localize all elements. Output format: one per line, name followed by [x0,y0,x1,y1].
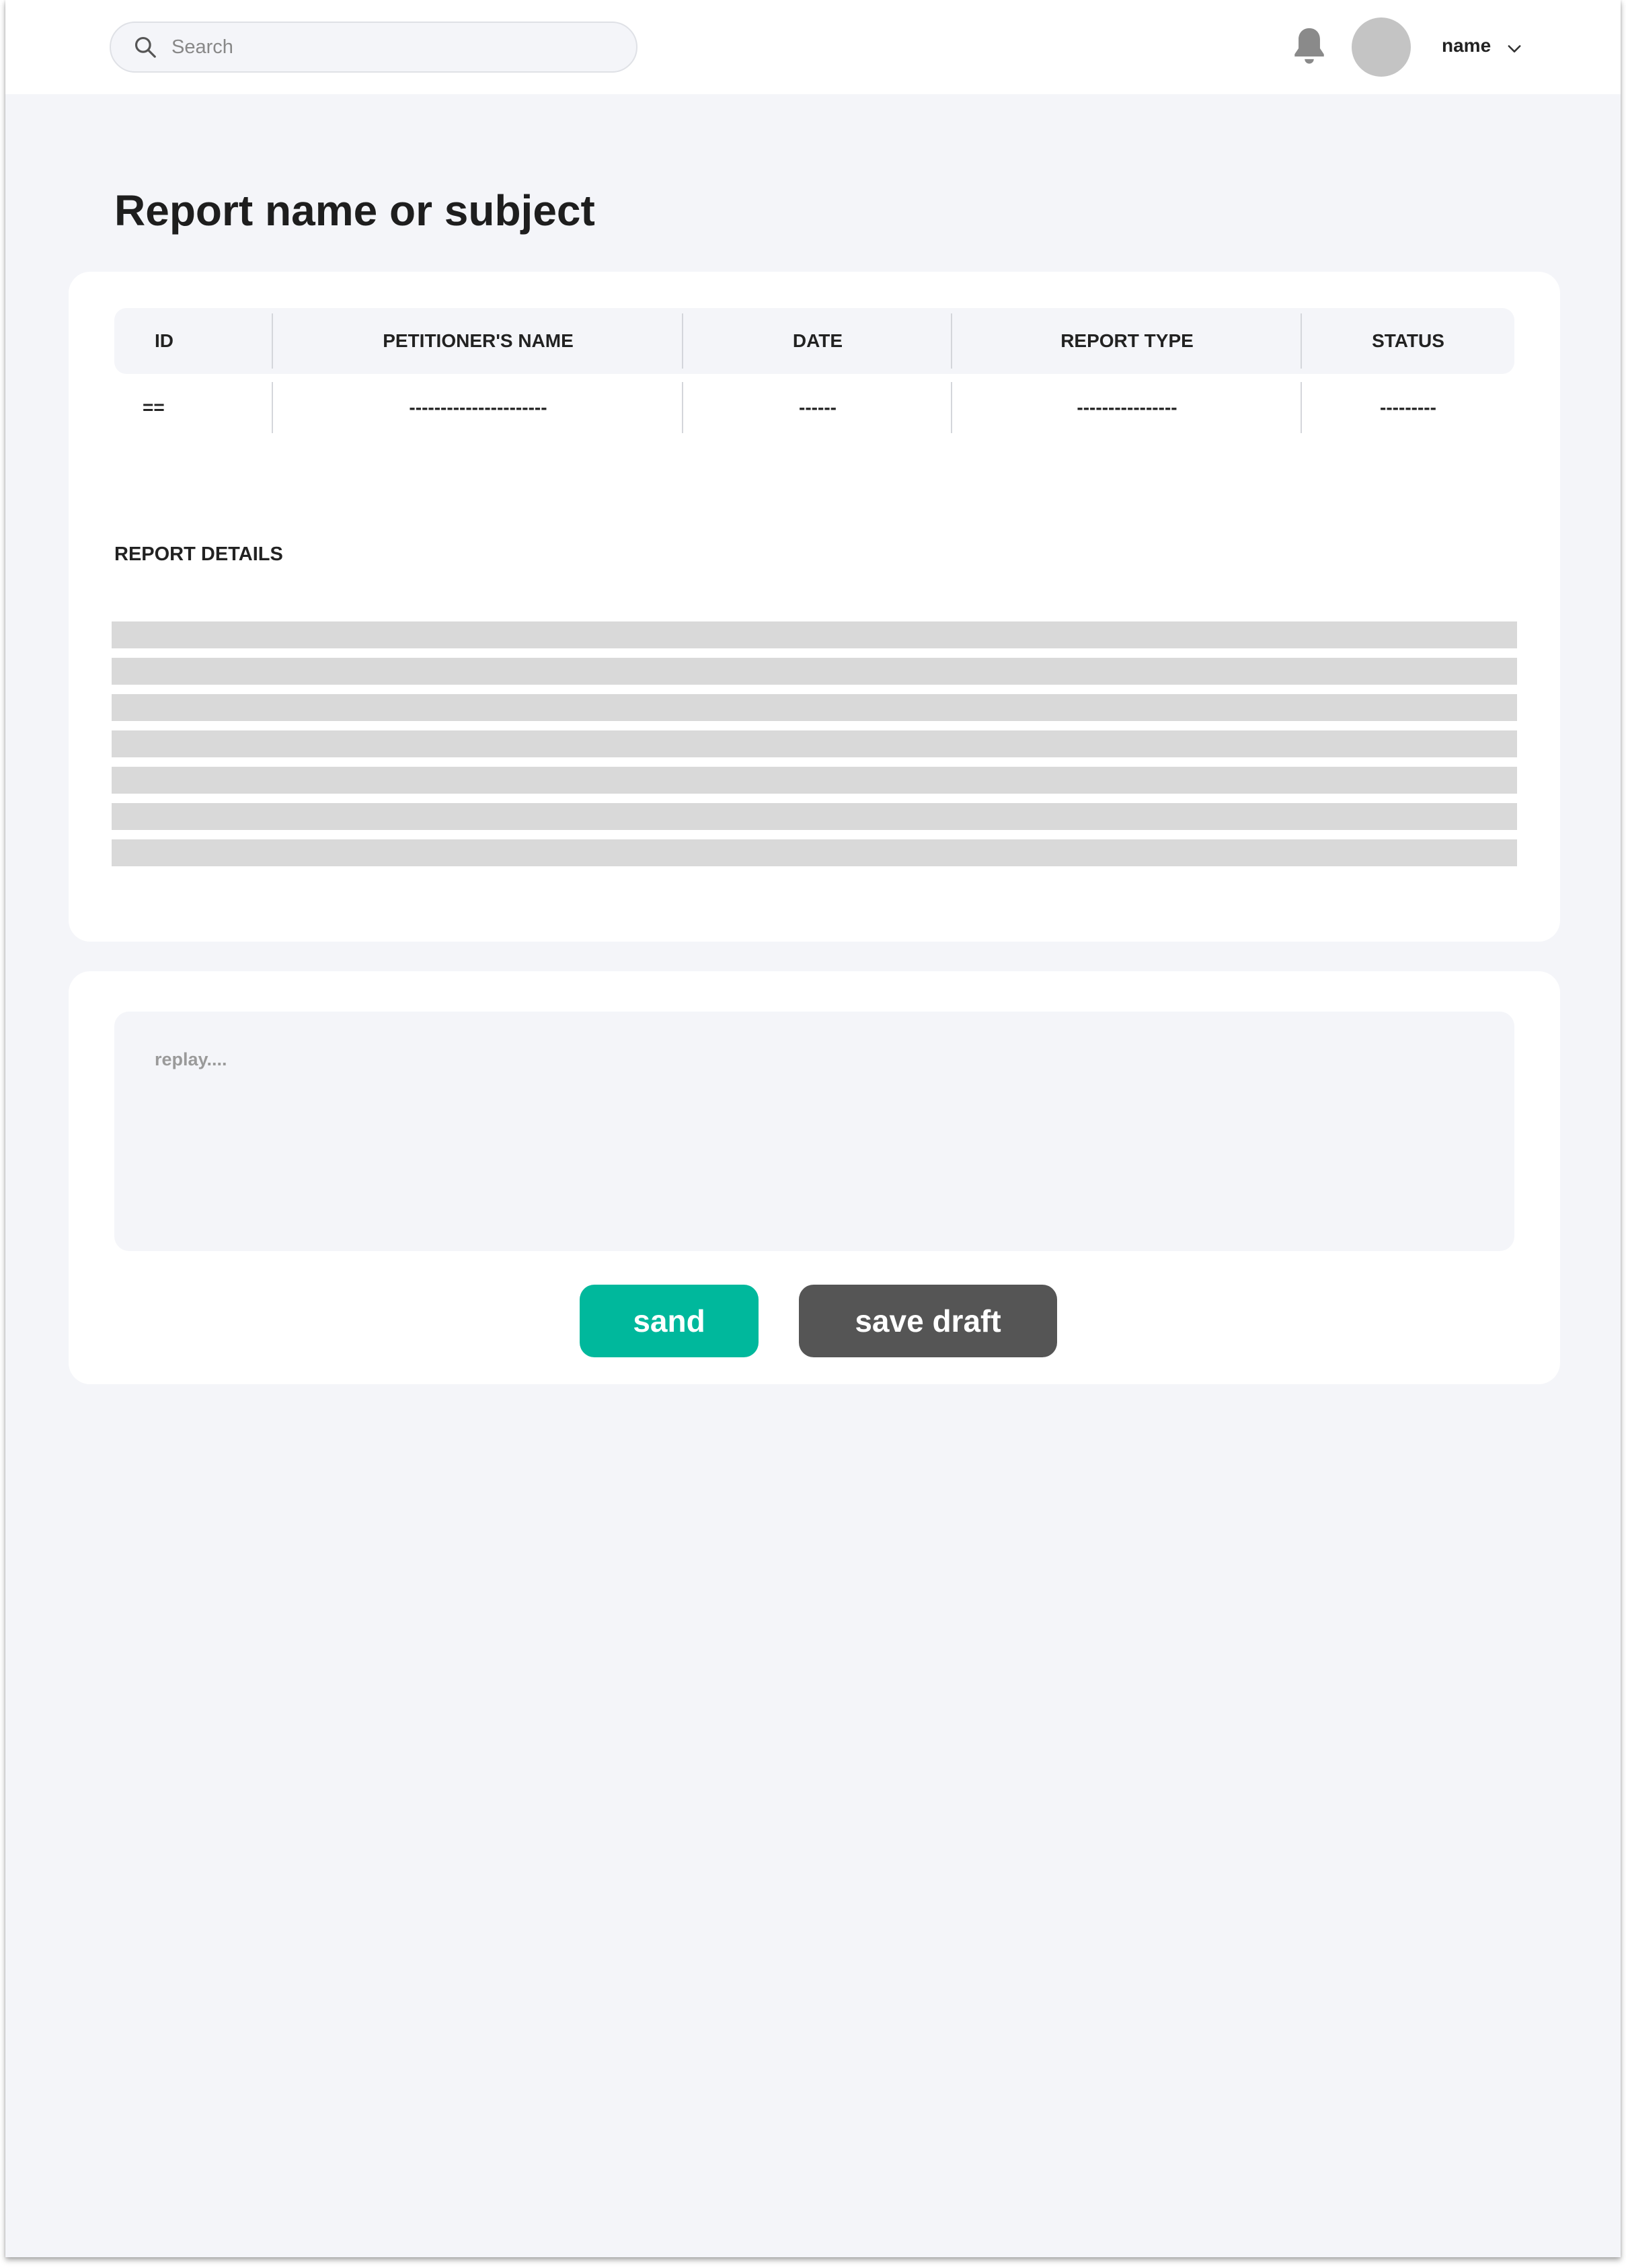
reply-card: sand save draft [69,971,1560,1384]
cell-petitioner-name: ---------------------- [409,397,547,418]
cell-date: ------ [799,397,837,418]
column-divider [682,313,683,369]
send-button[interactable]: sand [580,1285,759,1357]
text-placeholder-line [112,621,1517,648]
search-bar[interactable] [110,22,637,73]
page-title: Report name or subject [114,186,595,235]
column-header-id: ID [155,330,173,351]
table-header: ID PETITIONER'S NAME DATE REPORT TYPE ST… [114,308,1514,374]
column-header-petitioner-name: PETITIONER'S NAME [383,330,574,351]
report-card: ID PETITIONER'S NAME DATE REPORT TYPE ST… [69,272,1560,942]
column-divider [272,313,273,369]
top-bar: name [5,0,1621,94]
reply-textarea[interactable] [114,1012,1514,1251]
column-divider [272,382,273,433]
column-divider [682,382,683,433]
search-icon [134,36,156,58]
bell-icon[interactable] [1290,24,1329,67]
column-divider [951,313,952,369]
column-divider [1301,382,1302,433]
avatar[interactable] [1352,17,1411,77]
text-placeholder-line [112,839,1517,866]
text-placeholder-line [112,730,1517,757]
column-divider [951,382,952,433]
app-window: name Report name or subject ID PETITIONE… [5,0,1621,2257]
save-draft-button[interactable]: save draft [799,1285,1057,1357]
column-header-status: STATUS [1372,330,1444,351]
cell-report-type: ---------------- [1077,397,1177,418]
column-header-date: DATE [792,330,843,351]
report-details-label: REPORT DETAILS [114,543,283,565]
text-placeholder-line [112,767,1517,794]
cell-id: == [143,397,165,418]
column-divider [1301,313,1302,369]
cell-status: --------- [1380,397,1436,418]
text-placeholder-line [112,658,1517,685]
chevron-down-icon[interactable] [1505,39,1524,58]
user-name[interactable]: name [1442,35,1491,56]
text-placeholder-line [112,803,1517,830]
text-placeholder-line [112,694,1517,721]
column-header-report-type: REPORT TYPE [1060,330,1194,351]
search-input[interactable] [171,36,602,59]
